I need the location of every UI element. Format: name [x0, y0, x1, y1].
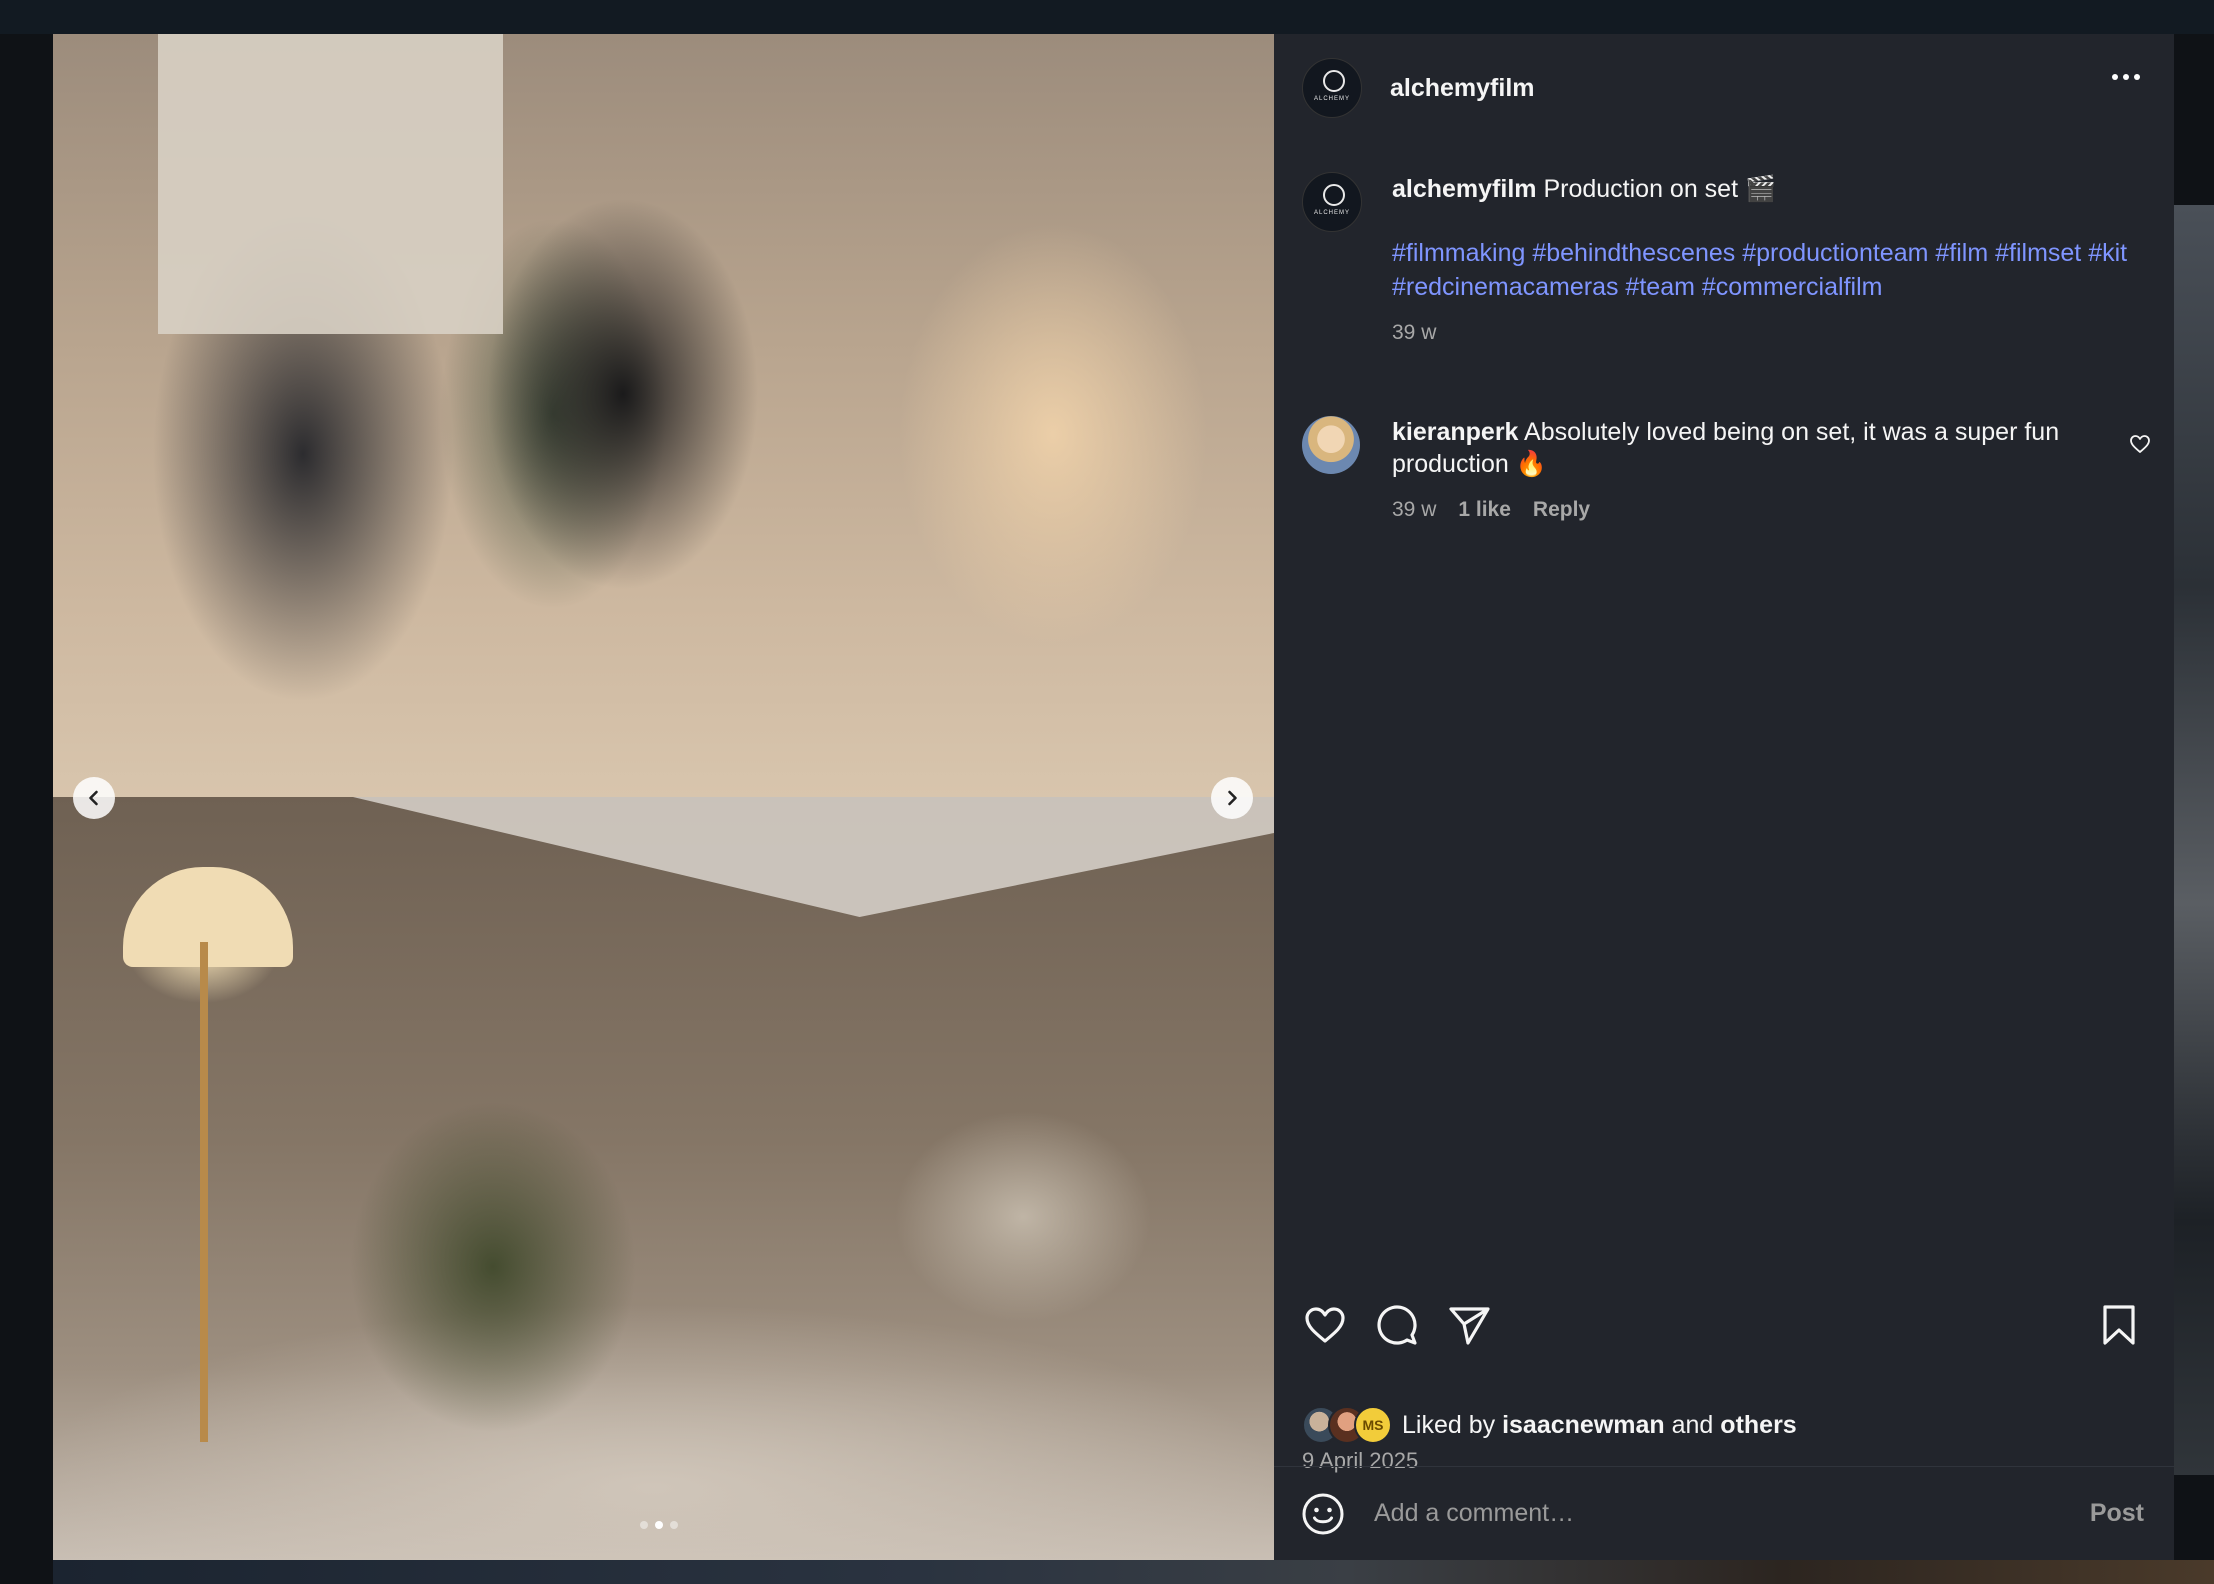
carousel-prev-button[interactable] — [73, 777, 115, 819]
carousel-next-button[interactable] — [1211, 777, 1253, 819]
studio-ceiling — [353, 797, 1274, 917]
chevron-left-icon — [89, 790, 98, 806]
commenter-avatar[interactable] — [1302, 416, 1360, 474]
post-comment-button[interactable]: Post — [2090, 1499, 2144, 1528]
background-feed-bottom — [53, 1560, 2214, 1584]
carousel-dot — [640, 1521, 648, 1529]
carousel-dot — [670, 1521, 678, 1529]
backdrop-screen — [158, 34, 503, 334]
caption-text: Production on set 🎬 — [1543, 175, 1777, 203]
photo-studio-interview — [53, 797, 1274, 1560]
caption-avatar[interactable]: ALCHEMY — [1302, 172, 1362, 232]
heart-icon — [1305, 1307, 1345, 1343]
comment-likes[interactable]: 1 like — [1458, 494, 1511, 526]
caption-hashtags[interactable]: #filmmaking #behindthescenes #production… — [1392, 236, 2152, 304]
comment-heart-icon[interactable] — [2128, 432, 2152, 456]
carousel-dot — [655, 1521, 663, 1529]
caption-age: 39 w — [1392, 321, 1437, 344]
post-media-carousel[interactable] — [53, 34, 1274, 1560]
comment-body: kieranperk Absolutely loved being on set… — [1392, 416, 2092, 526]
emoji-icon — [1302, 1493, 1344, 1534]
likes-joiner: and — [1671, 1410, 1714, 1439]
post-modal: ALCHEMY alchemyfilm ALCHEMY alchemyfilm … — [53, 34, 2174, 1560]
comment-meta: 39 w 1 like Reply — [1392, 494, 2092, 526]
chevron-right-icon — [1228, 790, 1237, 806]
caption-username[interactable]: alchemyfilm — [1392, 175, 1537, 203]
share-button[interactable] — [1446, 1302, 1492, 1348]
bookmark-icon — [2103, 1305, 2135, 1345]
post-info-panel: ALCHEMY alchemyfilm ALCHEMY alchemyfilm … — [1274, 34, 2174, 1560]
liker-avatar-initials: MS — [1354, 1406, 1392, 1444]
likes-others[interactable]: others — [1720, 1411, 1796, 1440]
comment-age: 39 w — [1392, 498, 1437, 521]
carousel-dots — [640, 1521, 678, 1529]
save-button[interactable] — [2096, 1302, 2142, 1348]
more-options-button[interactable] — [2112, 74, 2140, 80]
likes-user[interactable]: isaacnewman — [1502, 1411, 1665, 1440]
add-comment-bar: Post — [1274, 1467, 2174, 1560]
author-avatar[interactable]: ALCHEMY — [1302, 58, 1362, 118]
likes-summary[interactable]: MS Liked by isaacnewman and others — [1302, 1406, 1797, 1444]
likes-prefix: Liked by — [1402, 1410, 1496, 1439]
post-actions — [1302, 1302, 2142, 1352]
post-header: ALCHEMY alchemyfilm — [1274, 34, 2174, 142]
emoji-button[interactable] — [1300, 1491, 1346, 1537]
caption-body: alchemyfilm Production on set 🎬 #filmmak… — [1392, 172, 2152, 350]
send-icon — [1449, 1307, 1490, 1345]
author-username[interactable]: alchemyfilm — [1390, 74, 1535, 103]
lamp-shade — [123, 867, 293, 967]
comment-username[interactable]: kieranperk — [1392, 418, 1518, 446]
background-feed-top — [0, 0, 2214, 34]
comment-button[interactable] — [1374, 1302, 1420, 1348]
comment-reply-button[interactable]: Reply — [1533, 494, 1590, 526]
like-button[interactable] — [1302, 1302, 1348, 1348]
photo-crew-at-camera — [53, 34, 1274, 797]
comment-input[interactable] — [1372, 1498, 2056, 1529]
lamp-pole — [200, 942, 208, 1442]
comment-icon — [1377, 1305, 1417, 1345]
background-feed-right — [2174, 205, 2214, 1475]
